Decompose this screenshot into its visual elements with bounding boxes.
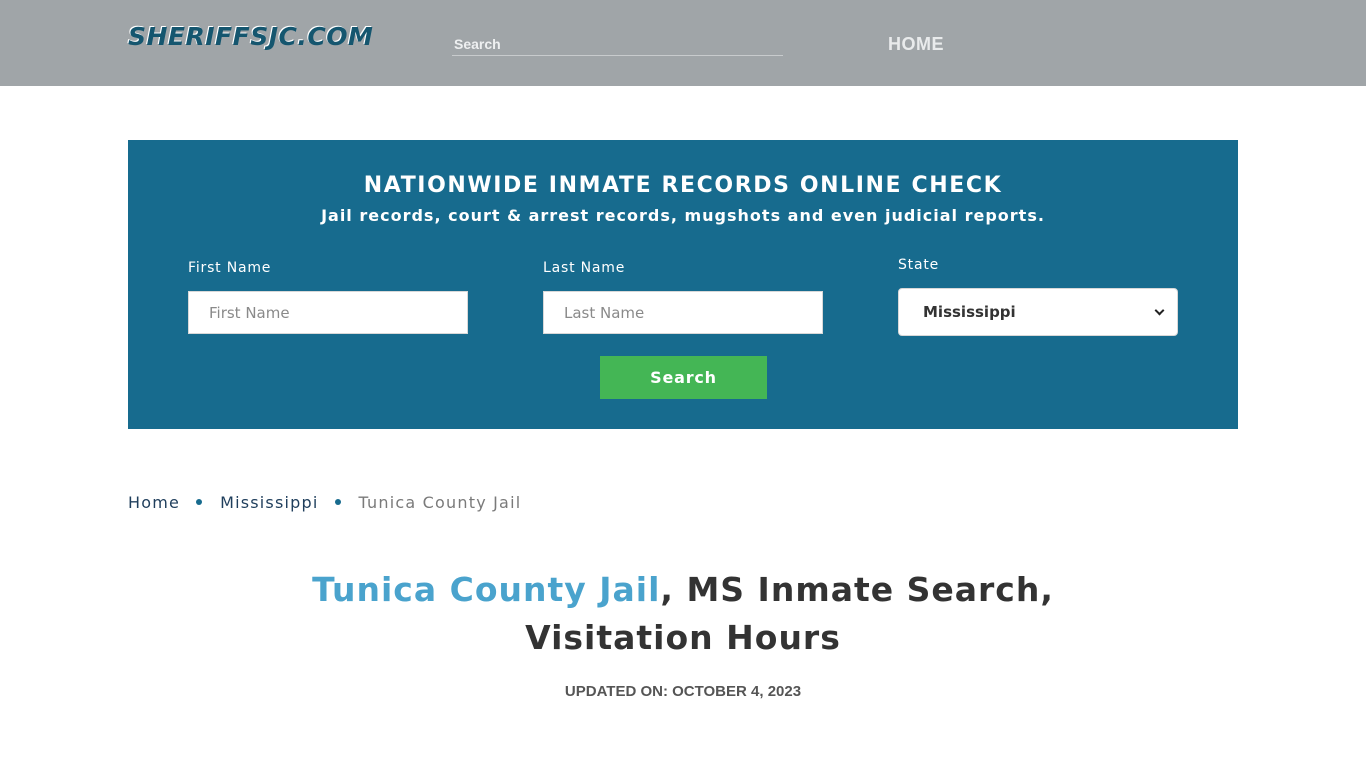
breadcrumb-separator xyxy=(334,499,341,505)
header-search xyxy=(452,32,783,56)
breadcrumb-home[interactable]: Home xyxy=(128,493,180,512)
state-select[interactable]: Mississippi xyxy=(898,288,1178,336)
breadcrumb: Home Mississippi Tunica County Jail xyxy=(128,492,521,512)
updated-date: UPDATED ON: OCTOBER 4, 2023 xyxy=(564,683,802,700)
page-title-accent: Tunica County Jail xyxy=(312,570,661,609)
banner-title: NATIONWIDE INMATE RECORDS ONLINE CHECK xyxy=(363,173,1003,198)
banner-subtitle: Jail records, court & arrest records, mu… xyxy=(321,206,1045,225)
breadcrumb-separator xyxy=(196,499,203,505)
breadcrumb-current: Tunica County Jail xyxy=(358,492,522,512)
first-name-label: First Name xyxy=(188,260,272,276)
site-logo[interactable]: SHERIFFSJC.COM xyxy=(128,22,373,51)
search-button[interactable]: Search xyxy=(600,356,767,399)
breadcrumb-mississippi[interactable]: Mississippi xyxy=(220,493,318,512)
chevron-down-icon xyxy=(1154,305,1165,315)
header-search-input[interactable] xyxy=(452,32,783,55)
nav-home-link[interactable]: HOME xyxy=(888,34,944,55)
last-name-label: Last Name xyxy=(543,260,626,276)
inmate-search-banner: NATIONWIDE INMATE RECORDS ONLINE CHECK J… xyxy=(128,140,1238,429)
state-label: State xyxy=(898,257,940,273)
site-header: SHERIFFSJC.COM HOME xyxy=(0,0,1366,86)
last-name-input[interactable] xyxy=(543,291,823,334)
first-name-input[interactable] xyxy=(188,291,468,334)
page-title: Tunica County Jail, MS Inmate Search, Vi… xyxy=(233,566,1133,662)
state-selected-value: Mississippi xyxy=(923,303,1016,321)
